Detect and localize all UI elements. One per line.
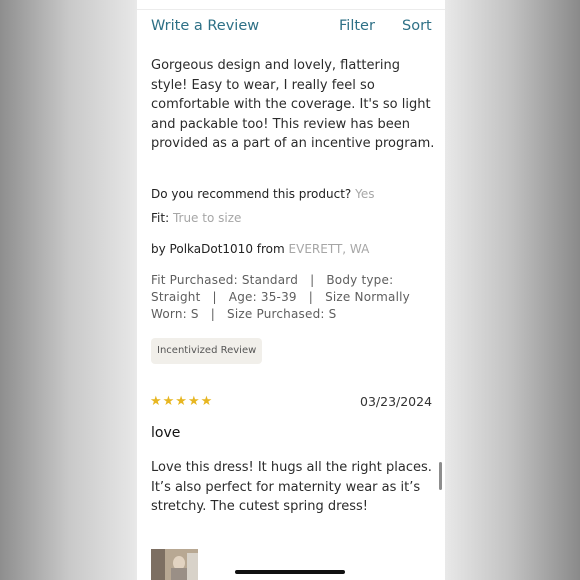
fit-label: Fit: (151, 211, 170, 225)
filter-link[interactable]: Filter (339, 18, 375, 34)
review-body: Gorgeous design and lovely, flattering s… (151, 58, 435, 151)
review-title: love (151, 425, 181, 441)
recommend-value: Yes (355, 187, 375, 201)
reviewer-name: PolkaDot1010 (169, 242, 253, 256)
top-divider (137, 9, 445, 10)
reviewer-byline: by PolkaDot1010 from EVERETT, WA (151, 242, 369, 256)
fit-value: True to size (172, 211, 242, 225)
write-review-link[interactable]: Write a Review (151, 18, 259, 34)
incentivized-badge: Incentivized Review (151, 338, 263, 364)
photo-image (151, 549, 198, 580)
from-word: from (256, 242, 285, 256)
star-rating: ★★★★★ (150, 394, 214, 409)
review-photo-thumbnail[interactable] (151, 549, 198, 580)
reviewer-location: EVERETT, WA (288, 242, 370, 256)
screenshot-stage: Write a Review Filter Sort Gorgeous desi… (0, 0, 580, 580)
review-body: Love this dress! It hugs all the right p… (151, 460, 432, 514)
review-date: 03/23/2024 (360, 394, 433, 409)
recommend-label: Do you recommend this product? (151, 187, 352, 201)
sort-link[interactable]: Sort (402, 18, 432, 34)
reviewer-details: Fit Purchased: Standard | Body type: Str… (151, 273, 414, 321)
scrollbar[interactable] (439, 462, 442, 490)
home-indicator[interactable] (235, 570, 345, 574)
by-prefix: by (151, 242, 166, 256)
phone-screen: Write a Review Filter Sort Gorgeous desi… (137, 0, 445, 580)
fit-row: Fit: True to size (151, 211, 241, 225)
recommend-row: Do you recommend this product? Yes (151, 187, 375, 201)
